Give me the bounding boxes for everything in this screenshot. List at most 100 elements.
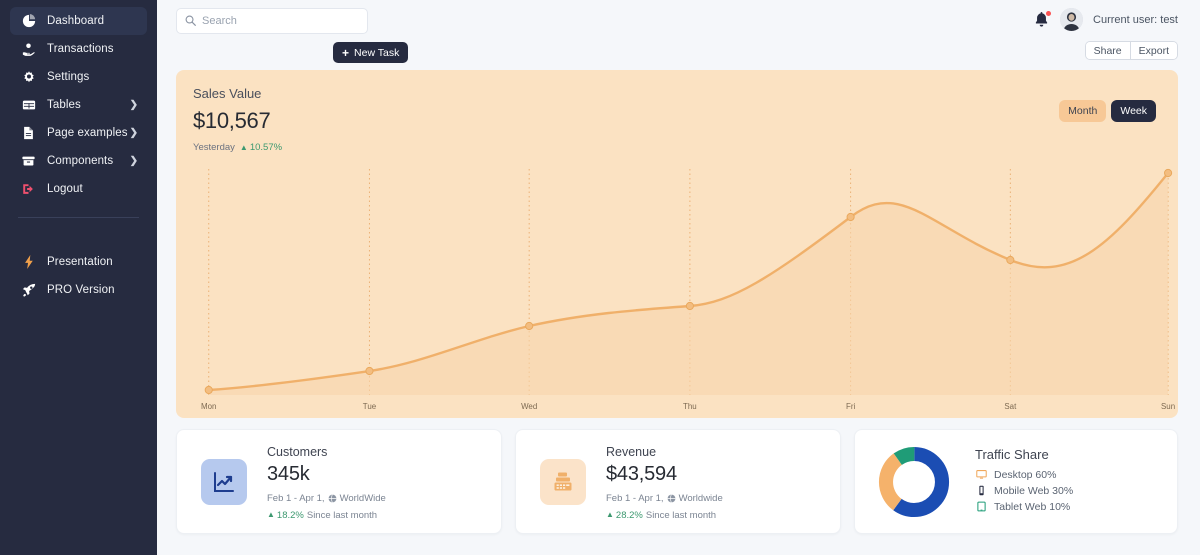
stat-scope: Worldwide bbox=[679, 493, 723, 504]
stat-change-pct-wrap: ▲ 28.2% bbox=[606, 510, 643, 521]
x-tick-label: Sat bbox=[1004, 402, 1017, 411]
legend-label: Tablet Web 10% bbox=[994, 501, 1070, 513]
plus-icon: + bbox=[342, 47, 349, 59]
sales-delta-value: 10.57% bbox=[250, 142, 282, 153]
chart-x-labels: Mon Tue Wed Thu Fri Sat Sun bbox=[201, 402, 1175, 411]
notifications-button[interactable] bbox=[1034, 11, 1050, 29]
sidebar-divider bbox=[18, 217, 139, 218]
stat-period-range: Feb 1 - Apr 1, bbox=[606, 493, 664, 504]
stat-change-pct-wrap: ▲ 18.2% bbox=[267, 510, 304, 521]
page-title: Sales Value bbox=[193, 86, 1178, 101]
chart-line-icon bbox=[201, 459, 247, 505]
avatar[interactable] bbox=[1060, 8, 1083, 31]
sidebar-item-settings[interactable]: Settings bbox=[10, 63, 147, 91]
table-icon bbox=[20, 97, 37, 113]
sidebar-item-label: Presentation bbox=[47, 256, 113, 268]
bolt-icon bbox=[20, 254, 37, 270]
sidebar-item-label: Logout bbox=[47, 183, 83, 195]
sidebar-item-page-examples[interactable]: Page examples ❯ bbox=[10, 119, 147, 147]
sales-value-card: Sales Value $10,567 Yesterday ▲ 10.57% M… bbox=[176, 70, 1178, 418]
notification-dot bbox=[1046, 11, 1051, 16]
legend-label: Desktop 60% bbox=[994, 469, 1056, 481]
traffic-share-card: Traffic Share Desktop 60% Mobile Web bbox=[854, 429, 1178, 534]
sales-period-label: Yesterday bbox=[193, 142, 235, 153]
stat-scope: WorldWide bbox=[340, 493, 386, 504]
stat-change: ▲ 18.2% Since last month bbox=[267, 510, 386, 521]
globe-icon bbox=[667, 494, 676, 503]
search-box[interactable] bbox=[176, 8, 368, 34]
stat-value: 345k bbox=[267, 463, 386, 486]
search-icon bbox=[185, 15, 196, 26]
sidebar-item-label: Tables bbox=[47, 99, 81, 111]
legend-item-tablet: Tablet Web 10% bbox=[975, 501, 1073, 513]
logout-icon bbox=[20, 181, 37, 197]
sidebar-item-dashboard[interactable]: Dashboard bbox=[10, 7, 147, 35]
stat-change-pct: 18.2% bbox=[277, 510, 304, 521]
x-tick-label: Sun bbox=[1161, 402, 1175, 411]
subbar: + New Task Share Export bbox=[157, 41, 1200, 70]
sidebar-item-pro-version[interactable]: PRO Version bbox=[10, 276, 147, 304]
chart-area-fill bbox=[209, 173, 1168, 395]
sidebar-item-transactions[interactable]: Transactions bbox=[10, 35, 147, 63]
chevron-right-icon: ❯ bbox=[130, 128, 138, 139]
sales-card-header: Sales Value $10,567 Yesterday ▲ 10.57% M… bbox=[176, 70, 1178, 157]
x-tick-label: Thu bbox=[683, 402, 697, 411]
sidebar-item-logout[interactable]: Logout bbox=[10, 175, 147, 203]
mobile-icon bbox=[975, 485, 987, 496]
sidebar-item-presentation[interactable]: Presentation bbox=[10, 248, 147, 276]
export-button[interactable]: Export bbox=[1130, 42, 1177, 59]
sidebar-item-components[interactable]: Components ❯ bbox=[10, 147, 147, 175]
sales-delta: ▲ 10.57% bbox=[240, 142, 282, 153]
document-icon bbox=[20, 125, 37, 141]
tablet-icon bbox=[975, 501, 987, 512]
legend-item-desktop: Desktop 60% bbox=[975, 469, 1073, 481]
toggle-week[interactable]: Week bbox=[1111, 100, 1156, 122]
search-input[interactable] bbox=[202, 15, 359, 27]
traffic-title: Traffic Share bbox=[975, 447, 1073, 462]
topbar-right: Current user: test bbox=[1034, 8, 1178, 31]
chevron-right-icon: ❯ bbox=[130, 100, 138, 111]
chevron-right-icon: ❯ bbox=[130, 156, 138, 167]
rocket-icon bbox=[20, 282, 37, 298]
traffic-legend: Traffic Share Desktop 60% Mobile Web bbox=[975, 447, 1073, 517]
new-task-label: New Task bbox=[354, 47, 399, 59]
stat-change-text: Since last month bbox=[307, 510, 377, 521]
sidebar-item-label: Transactions bbox=[47, 43, 114, 55]
desktop-icon bbox=[975, 469, 987, 480]
main-content: Current user: test + New Task Share Expo… bbox=[157, 0, 1200, 555]
sidebar-item-label: Page examples bbox=[47, 127, 128, 139]
stat-change: ▲ 28.2% Since last month bbox=[606, 510, 723, 521]
sales-subtext: Yesterday ▲ 10.57% bbox=[193, 142, 1178, 153]
stat-period: Feb 1 - Apr 1, WorldWide bbox=[267, 493, 386, 504]
stat-period: Feb 1 - Apr 1, Worldwide bbox=[606, 493, 723, 504]
sidebar-spacer bbox=[0, 230, 157, 248]
legend-item-mobile: Mobile Web 30% bbox=[975, 485, 1073, 497]
topbar: Current user: test bbox=[157, 0, 1200, 41]
sidebar-item-label: Components bbox=[47, 155, 113, 167]
new-task-button[interactable]: + New Task bbox=[333, 42, 408, 63]
share-button[interactable]: Share bbox=[1086, 42, 1130, 59]
pie-chart-icon bbox=[20, 13, 37, 29]
stats-row: Customers 345k Feb 1 - Apr 1, WorldWide … bbox=[176, 429, 1178, 534]
customers-body: Customers 345k Feb 1 - Apr 1, WorldWide … bbox=[267, 443, 386, 521]
sales-line-chart: Mon Tue Wed Thu Fri Sat Sun bbox=[176, 157, 1178, 418]
sidebar-item-label: Settings bbox=[47, 71, 89, 83]
customers-card: Customers 345k Feb 1 - Apr 1, WorldWide … bbox=[176, 429, 502, 534]
stat-label: Revenue bbox=[606, 445, 723, 459]
caret-up-icon: ▲ bbox=[606, 511, 614, 519]
stat-period-range: Feb 1 - Apr 1, bbox=[267, 493, 325, 504]
current-user-label: Current user: test bbox=[1093, 14, 1178, 26]
x-tick-label: Tue bbox=[363, 402, 377, 411]
sidebar-item-label: Dashboard bbox=[47, 15, 104, 27]
stat-value: $43,594 bbox=[606, 463, 723, 486]
sidebar-item-tables[interactable]: Tables ❯ bbox=[10, 91, 147, 119]
sidebar-item-label: PRO Version bbox=[47, 284, 115, 296]
toggle-month[interactable]: Month bbox=[1059, 100, 1106, 122]
period-toggle: Month Week bbox=[1059, 100, 1156, 122]
x-tick-label: Fri bbox=[846, 402, 855, 411]
globe-icon bbox=[328, 494, 337, 503]
stat-label: Customers bbox=[267, 445, 386, 459]
sales-amount: $10,567 bbox=[193, 108, 1178, 134]
stat-change-text: Since last month bbox=[646, 510, 716, 521]
revenue-body: Revenue $43,594 Feb 1 - Apr 1, Worldwide… bbox=[606, 443, 723, 521]
